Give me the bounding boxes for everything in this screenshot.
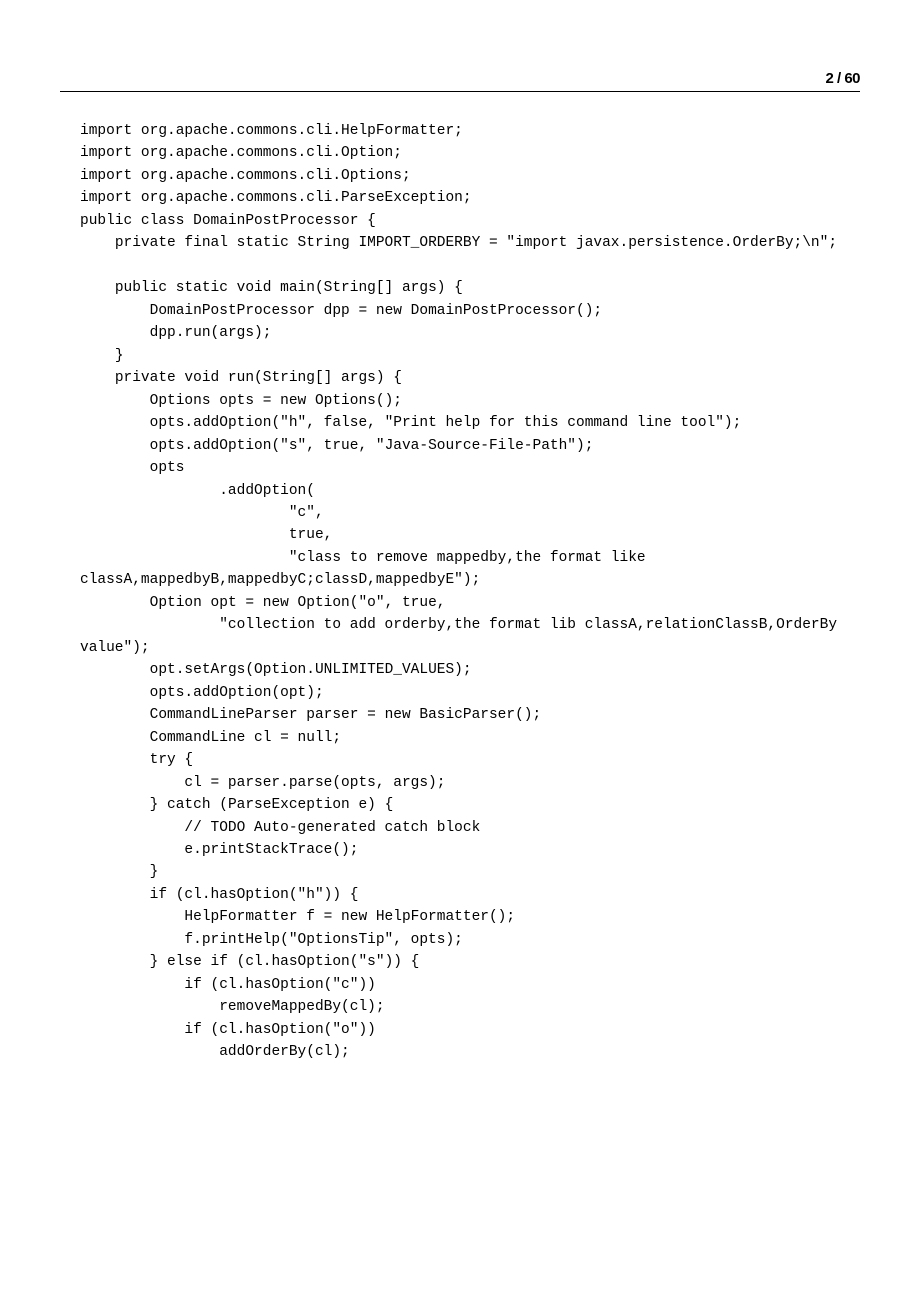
page-header: 2 / 60 [60,70,860,92]
document-page: 2 / 60 import org.apache.commons.cli.Hel… [0,0,920,1302]
code-block: import org.apache.commons.cli.HelpFormat… [60,120,860,1064]
page-number-total: 60 [844,70,860,87]
